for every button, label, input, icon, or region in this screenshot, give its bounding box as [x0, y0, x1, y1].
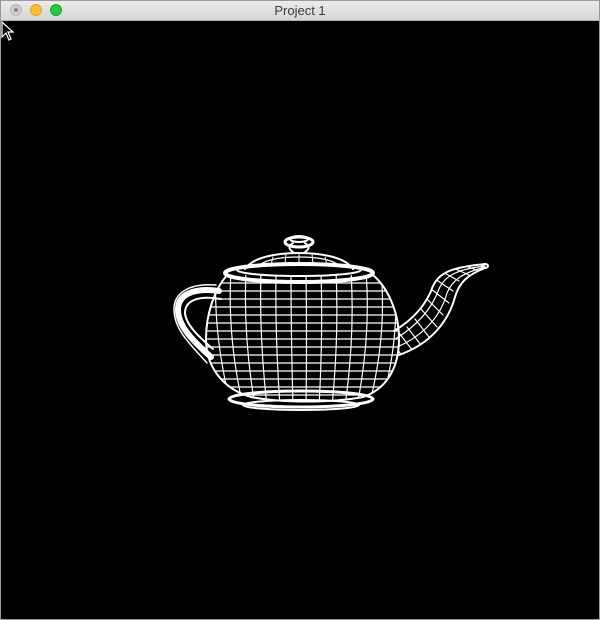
app-window: Project 1: [0, 0, 600, 620]
title-bar[interactable]: Project 1: [1, 1, 599, 21]
window-title: Project 1: [274, 3, 326, 18]
mouse-pointer-icon: [1, 21, 15, 41]
render-viewport[interactable]: [1, 21, 599, 619]
teapot-wireframe-icon: [173, 235, 489, 411]
